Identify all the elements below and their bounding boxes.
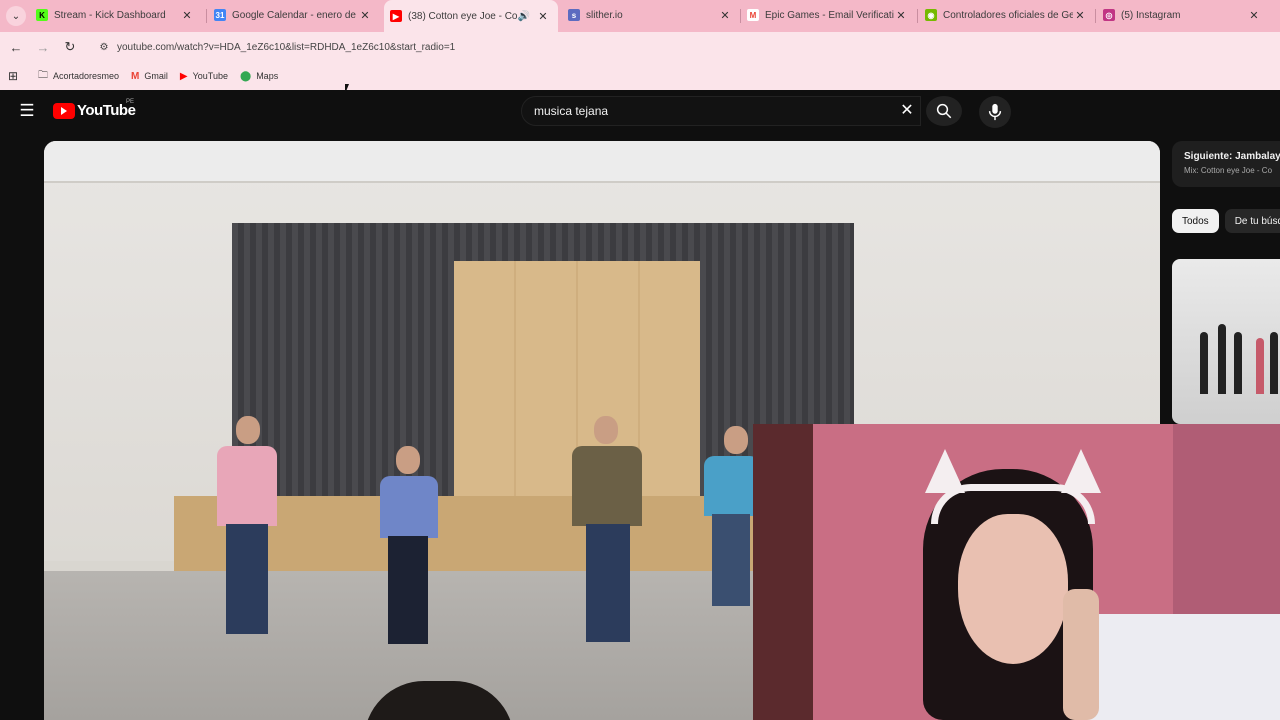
- tab-divider: [1095, 9, 1096, 23]
- country-code: PE: [126, 99, 135, 105]
- address-bar[interactable]: ⚙ youtube.com/watch?v=HDA_1eZ6c10&list=R…: [88, 35, 1276, 59]
- chip-de-tu-busqueda[interactable]: De tu búsq: [1224, 209, 1280, 233]
- url-text[interactable]: youtube.com/watch?v=HDA_1eZ6c10&list=RDH…: [117, 42, 455, 53]
- bookmark-label: Maps: [256, 71, 279, 81]
- close-tab-icon[interactable]: ✕: [1247, 9, 1261, 22]
- bookmark-maps[interactable]: ⬤ Maps: [240, 71, 278, 82]
- close-tab-icon[interactable]: ✕: [536, 10, 550, 23]
- tab-search-chevron-icon[interactable]: ⌄: [6, 6, 26, 26]
- gmail-icon: M: [131, 70, 140, 82]
- slither-icon: s: [568, 9, 580, 21]
- filter-chips: Todos De tu búsq: [1172, 209, 1280, 233]
- instagram-icon: ◎: [1103, 9, 1115, 21]
- bookmark-gmail[interactable]: M Gmail: [131, 71, 168, 82]
- close-tab-icon[interactable]: ✕: [358, 9, 372, 22]
- tab-title: Epic Games - Email Verification: [765, 9, 894, 21]
- gmail-icon: M: [747, 9, 759, 21]
- tab-kick[interactable]: K Stream - Kick Dashboard ✕: [30, 0, 202, 30]
- close-tab-icon[interactable]: ✕: [894, 9, 908, 22]
- folder-icon: 🗀: [38, 69, 48, 81]
- recommended-video-thumbnail[interactable]: [1172, 259, 1280, 424]
- tab-title: Stream - Kick Dashboard: [54, 9, 166, 21]
- close-tab-icon[interactable]: ✕: [718, 9, 732, 22]
- maps-pin-icon: ⬤: [239, 70, 252, 82]
- speaker-icon[interactable]: 🔊: [518, 11, 530, 22]
- clear-search-icon[interactable]: ✕: [898, 102, 916, 120]
- bookmarks-bar: ⊞ 🗀 Acortadoresmeo M Gmail ▶ YouTube ⬤ M…: [0, 62, 1280, 90]
- tab-divider: [206, 9, 207, 23]
- youtube-header: ☰ YouTube PE ✕: [0, 90, 1280, 134]
- kick-icon: K: [36, 9, 48, 21]
- youtube-icon: ▶: [179, 70, 188, 82]
- apps-grid-icon[interactable]: ⊞: [8, 69, 22, 83]
- close-tab-icon[interactable]: ✕: [1073, 9, 1087, 22]
- youtube-icon: ▶: [390, 10, 402, 22]
- forward-arrow-icon[interactable]: →: [34, 38, 52, 56]
- up-next-title: Siguiente: Jambalaya: [1184, 151, 1280, 162]
- close-tab-icon[interactable]: ✕: [180, 9, 194, 22]
- tab-divider: [917, 9, 918, 23]
- nvidia-icon: ◉: [925, 9, 937, 21]
- search-button[interactable]: [926, 96, 962, 126]
- calendar-icon: 31: [214, 9, 226, 21]
- tab-epic-email[interactable]: M Epic Games - Email Verification ✕: [741, 0, 916, 30]
- tab-instagram[interactable]: ◎ (5) Instagram ✕: [1097, 0, 1269, 30]
- youtube-play-icon: [53, 102, 75, 119]
- youtube-logo[interactable]: YouTube: [53, 102, 136, 119]
- bookmark-label: Gmail: [144, 71, 168, 81]
- back-arrow-icon[interactable]: ←: [7, 38, 25, 56]
- bookmark-acortadoresmeo[interactable]: 🗀 Acortadoresmeo: [38, 68, 119, 85]
- bookmark-label: YouTube: [192, 71, 228, 81]
- tab-nvidia[interactable]: ◉ Controladores oficiales de GeF ✕: [919, 0, 1095, 30]
- mouse-cursor-icon: [345, 84, 349, 94]
- voice-search-button[interactable]: [979, 96, 1011, 128]
- bookmark-label: Acortadoresmeo: [53, 71, 120, 81]
- reload-icon[interactable]: ↻: [61, 38, 79, 56]
- tab-title: (38) Cotton eye Joe - Corec: [408, 10, 518, 22]
- video-frame-ceiling: [44, 141, 1160, 183]
- bookmark-youtube[interactable]: ▶ YouTube: [180, 71, 228, 82]
- microphone-icon: [988, 103, 1002, 121]
- tab-slither[interactable]: s slither.io ✕: [562, 0, 740, 30]
- tab-title: Google Calendar - enero de 20: [232, 9, 358, 21]
- tab-calendar[interactable]: 31 Google Calendar - enero de 20 ✕: [208, 0, 380, 30]
- search-box[interactable]: ✕: [521, 96, 921, 126]
- menu-icon[interactable]: ☰: [17, 101, 37, 121]
- tab-title: (5) Instagram: [1121, 9, 1181, 21]
- tab-title: slither.io: [586, 9, 623, 21]
- tab-title: Controladores oficiales de GeF: [943, 9, 1073, 21]
- tab-strip: ⌄ K Stream - Kick Dashboard ✕ 31 Google …: [0, 0, 1280, 32]
- search-icon: [936, 103, 952, 119]
- browser-toolbar: ← → ↻ ⚙ youtube.com/watch?v=HDA_1eZ6c10&…: [0, 32, 1280, 62]
- webcam-overlay: [753, 424, 1280, 720]
- search-input[interactable]: [522, 104, 882, 118]
- up-next-card[interactable]: Siguiente: Jambalaya Mix: Cotton eye Joe…: [1172, 141, 1280, 187]
- tab-youtube-active[interactable]: ▶ (38) Cotton eye Joe - Corec 🔊 ✕: [384, 0, 558, 32]
- up-next-subtitle: Mix: Cotton eye Joe - Co: [1184, 166, 1273, 175]
- site-info-icon[interactable]: ⚙: [94, 42, 114, 53]
- chip-todos[interactable]: Todos: [1172, 209, 1219, 233]
